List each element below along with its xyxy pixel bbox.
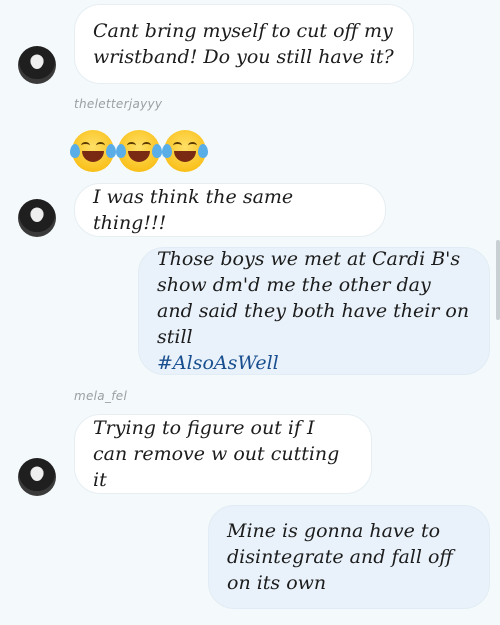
message-text: Mine is gonna have to disintegrate and f… bbox=[227, 520, 453, 594]
avatar[interactable] bbox=[18, 458, 56, 496]
message-text: Those boys we met at Cardi B's show dm'd… bbox=[157, 248, 470, 348]
message-bubble: I was think the same thing!!! bbox=[74, 183, 386, 237]
message-bubble: Cant bring myself to cut off my wristban… bbox=[74, 4, 414, 84]
face-with-tears-of-joy-icon bbox=[162, 130, 208, 172]
message-text: Trying to figure out if I can remove w o… bbox=[93, 417, 340, 491]
hashtag-link[interactable]: #AlsoAsWell bbox=[157, 352, 279, 374]
face-with-tears-of-joy-icon bbox=[116, 130, 162, 172]
face-with-tears-of-joy-icon bbox=[70, 130, 116, 172]
avatar[interactable] bbox=[18, 46, 56, 84]
message-bubble: Trying to figure out if I can remove w o… bbox=[74, 414, 372, 494]
message-text: I was think the same thing!!! bbox=[93, 186, 294, 234]
username[interactable]: theletterjayyy bbox=[74, 97, 162, 111]
avatar[interactable] bbox=[18, 199, 56, 237]
message-bubble-sent: Those boys we met at Cardi B's show dm'd… bbox=[138, 247, 490, 375]
scrollbar[interactable] bbox=[496, 240, 500, 320]
emoji-reaction-row bbox=[70, 130, 208, 172]
message-text: Cant bring myself to cut off my wristban… bbox=[93, 20, 394, 68]
message-bubble-sent: Mine is gonna have to disintegrate and f… bbox=[208, 505, 490, 609]
username[interactable]: mela_fel bbox=[74, 389, 127, 403]
